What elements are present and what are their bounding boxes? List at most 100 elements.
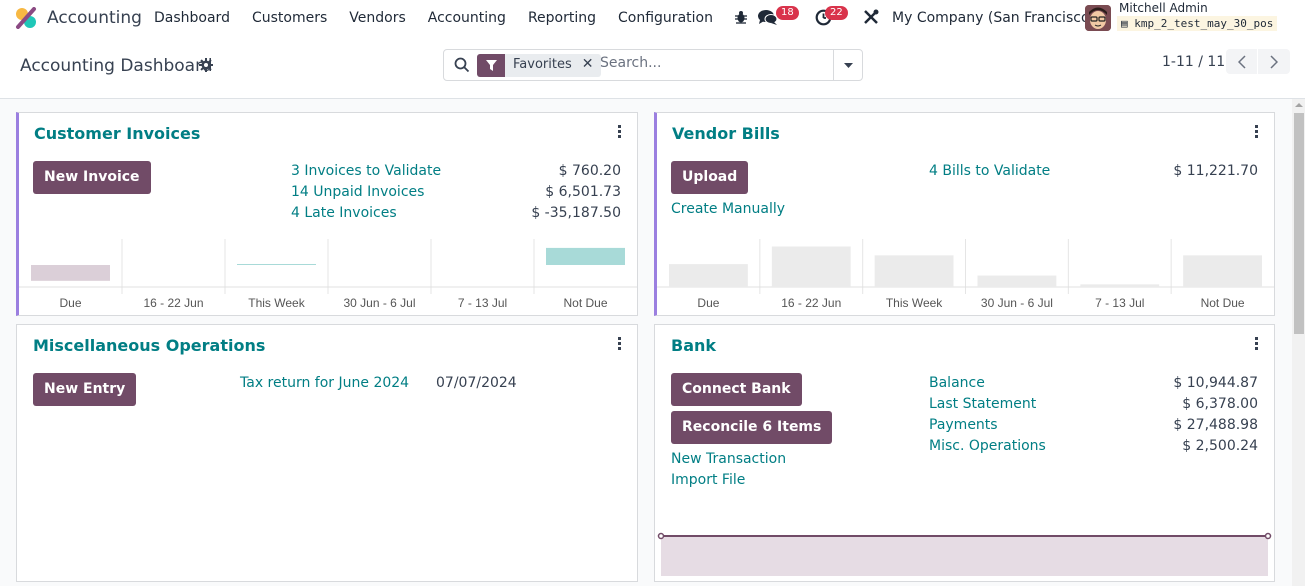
facet-label: Favorites [513,57,572,72]
new-transaction-link[interactable]: New Transaction [671,451,786,467]
control-panel: Accounting Dashboard Favorites ✕ 1-11 / … [0,36,1305,99]
import-file-link[interactable]: Import File [671,472,745,488]
scroll-up-arrow-icon[interactable] [1295,103,1303,107]
filter-icon [477,54,505,77]
bank-card: Bank Connect Bank Reconcile 6 Items New … [654,324,1275,582]
payments-amount: $ 27,488.98 [1173,417,1258,433]
kebab-menu-icon[interactable] [618,125,621,140]
database-name: ▤ kmp_2_test_may_30_pos [1117,16,1278,31]
debug-icon[interactable] [734,10,748,24]
avatar-illustration-icon [1085,5,1111,31]
unpaid-invoices-link[interactable]: 14 Unpaid Invoices [291,184,424,200]
chart-point-1[interactable] [657,532,665,540]
menu-item-dashboard[interactable]: Dashboard [154,10,230,26]
search-bar: Favorites ✕ [443,49,863,81]
kebab-menu-icon[interactable] [618,337,621,352]
search-input[interactable] [600,55,830,71]
chart-x-tick-label: 16 - 22 Jun [143,296,203,310]
last-statement-amount: $ 6,378.00 [1182,396,1258,412]
pager-previous-button[interactable] [1226,49,1258,74]
chart-bar-6[interactable] [546,247,625,265]
invoices-to-validate-link[interactable]: 3 Invoices to Validate [291,163,441,179]
last-statement-link[interactable]: Last Statement [929,396,1036,412]
user-name[interactable]: Mitchell Admin [1119,1,1208,15]
chart-x-tick-label: Due [697,296,719,310]
tax-return-link[interactable]: Tax return for June 2024 [240,375,409,391]
new-invoice-button[interactable]: New Invoice [33,161,151,194]
bills-to-validate-amount: $ 11,221.70 [1173,163,1258,179]
messages-icon[interactable] [758,9,778,26]
vendor-bills-card: Vendor Bills Upload Create Manually 4 Bi… [654,112,1275,316]
pager-next-button[interactable] [1258,49,1290,74]
misc-operations-amount: $ 2,500.24 [1182,438,1258,454]
top-navbar: Accounting Dashboard Customers Vendors A… [0,0,1305,36]
card-title[interactable]: Vendor Bills [672,124,780,143]
customer-invoices-chart[interactable]: Due 16 - 22 Jun This Week 30 Jun - 6 Jul 7 -… [19,239,637,315]
vendor-bills-chart[interactable]: Due 16 - 22 Jun This Week 30 Jun - 6 Jul 7 -… [657,239,1274,315]
user-avatar[interactable] [1085,5,1111,31]
create-manually-link[interactable]: Create Manually [671,201,785,217]
misc-operations-link[interactable]: Misc. Operations [929,438,1046,454]
search-facet-favorites: Favorites ✕ [477,54,602,77]
messages-badge: 18 [776,6,799,20]
chart-bar-4[interactable] [977,275,1057,287]
unpaid-invoices-amount: $ 6,501.73 [545,184,621,200]
misc-operations-card: Miscellaneous Operations New Entry Tax r… [16,324,638,582]
caret-down-icon [843,62,853,68]
chart-x-tick-label: Not Due [563,296,607,310]
chart-point-2[interactable] [1264,532,1272,540]
kebab-menu-icon[interactable] [1255,337,1258,352]
database-name-text: kmp_2_test_may_30_pos [1134,17,1274,30]
search-options-toggle[interactable] [833,50,862,80]
bank-balance-chart[interactable] [655,525,1274,581]
chart-x-tick-label: 30 Jun - 6 Jul [343,296,415,310]
late-invoices-link[interactable]: 4 Late Invoices [291,205,397,221]
gear-icon[interactable] [199,58,213,72]
remove-facet-icon[interactable]: ✕ [580,54,602,77]
pager-value[interactable]: 1-11 / 11 [1162,54,1225,70]
card-title[interactable]: Bank [671,336,716,355]
late-invoices-amount: $ -35,187.50 [531,205,621,221]
search-icon[interactable] [454,57,470,73]
customer-invoices-card: Customer Invoices New Invoice 3 Invoices… [16,112,638,316]
scrollbar-thumb[interactable] [1294,113,1304,334]
pager-buttons [1226,49,1290,74]
menu-item-configuration[interactable]: Configuration [618,10,713,26]
chart-x-tick-label: This Week [886,296,943,310]
chart-area-fill [661,536,1268,576]
app-name[interactable]: Accounting [47,8,142,28]
menu-item-vendors[interactable]: Vendors [349,10,405,26]
card-title[interactable]: Customer Invoices [34,124,200,143]
new-entry-button[interactable]: New Entry [33,373,137,406]
chevron-right-icon [1270,54,1278,69]
page-scrollbar[interactable] [1292,99,1305,586]
database-icon: ▤ [1121,17,1135,30]
payments-link[interactable]: Payments [929,417,998,433]
menu-item-reporting[interactable]: Reporting [528,10,596,26]
chart-x-tick-label: 16 - 22 Jun [781,296,841,310]
connect-bank-button[interactable]: Connect Bank [671,373,802,406]
balance-link[interactable]: Balance [929,375,985,391]
accounting-app-logo-icon[interactable] [15,7,37,29]
chart-bar-1[interactable] [669,264,748,287]
chart-bar-6[interactable] [1183,255,1262,287]
chart-x-tick-label: 7 - 13 Jul [458,296,507,310]
invoices-to-validate-amount: $ 760.20 [558,163,621,179]
card-title[interactable]: Miscellaneous Operations [33,336,265,355]
menu-item-customers[interactable]: Customers [252,10,327,26]
menu-item-accounting[interactable]: Accounting [428,10,506,26]
main-menu: Dashboard Customers Vendors Accounting R… [154,10,735,26]
chart-bar-2[interactable] [771,246,851,287]
page-title: Accounting Dashboard [20,56,213,76]
company-switcher[interactable]: My Company (San Francisco) [892,10,1095,26]
bills-to-validate-link[interactable]: 4 Bills to Validate [929,163,1050,179]
chart-bar-1[interactable] [31,265,110,281]
upload-button[interactable]: Upload [671,161,749,194]
chevron-left-icon [1237,54,1246,69]
tools-icon[interactable] [863,9,879,25]
chart-bar-3[interactable] [874,255,954,287]
chart-bar-3[interactable] [237,264,316,265]
chart-bar-5[interactable] [1080,284,1160,287]
kebab-menu-icon[interactable] [1255,125,1258,140]
reconcile-items-button[interactable]: Reconcile 6 Items [671,411,833,444]
